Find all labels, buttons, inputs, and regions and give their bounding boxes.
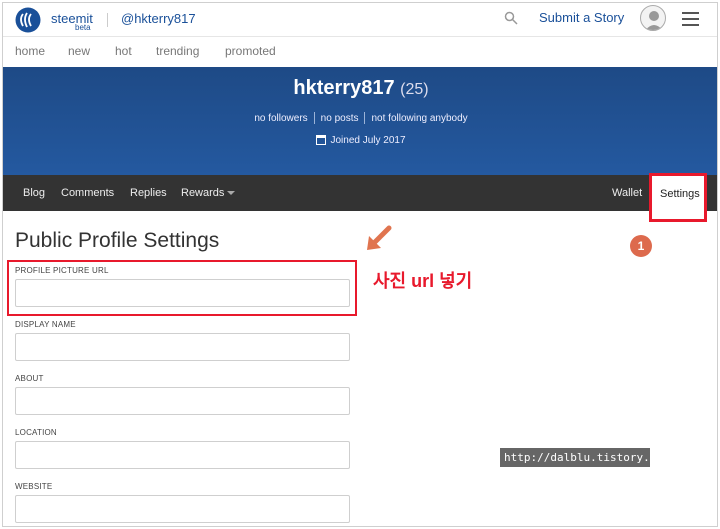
subnav-trending[interactable]: trending — [156, 44, 199, 58]
joined-text: Joined July 2017 — [330, 135, 406, 146]
profile-stats: no followers no posts not following anybod… — [3, 112, 717, 124]
tab-wallet[interactable]: Wallet — [612, 187, 642, 199]
joined-date: Joined July 2017 — [3, 135, 717, 146]
chevron-down-icon — [227, 191, 236, 196]
tab-replies[interactable]: Replies — [130, 187, 167, 199]
tab-settings-highlighted[interactable]: Settings — [649, 173, 707, 222]
subnav-promoted[interactable]: promoted — [225, 44, 276, 58]
calendar-icon — [316, 135, 327, 146]
subnav-home[interactable]: home — [15, 44, 45, 58]
tab-comments[interactable]: Comments — [61, 187, 114, 199]
followers-count[interactable]: no followers — [248, 113, 313, 124]
subnav-hot[interactable]: hot — [115, 44, 132, 58]
posts-count: no posts — [320, 112, 359, 124]
about-input[interactable] — [15, 387, 350, 415]
tab-blog[interactable]: Blog — [23, 187, 45, 199]
subnav-new[interactable]: new — [68, 44, 90, 58]
browser-viewport: steemit beta @hkterry817 Submit a Story … — [2, 2, 718, 527]
watermark: http://dalblu.tistory.com — [500, 448, 670, 467]
display-name-input[interactable] — [15, 333, 350, 361]
step-badge: 1 — [630, 235, 652, 257]
profile-tabs: Blog Comments Replies Rewards Wallet — [3, 175, 717, 211]
steemit-logo-icon[interactable] — [15, 7, 41, 33]
subnav: home new hot trending promoted — [3, 38, 717, 68]
page-title: Public Profile Settings — [15, 229, 220, 252]
tab-rewards-label: Rewards — [181, 187, 225, 199]
about-label: ABOUT — [15, 374, 44, 383]
top-bar: steemit beta @hkterry817 Submit a Story — [3, 3, 717, 37]
profile-banner: hkterry817 (25) no followers no posts not … — [3, 67, 717, 175]
header-username[interactable]: @hkterry817 — [121, 11, 196, 26]
annotation-text: 사진 url 넣기 — [373, 271, 473, 291]
profile-title: hkterry817 (25) — [3, 77, 717, 100]
hamburger-menu-icon[interactable] — [682, 12, 699, 26]
following-count[interactable]: not following anybody — [365, 113, 473, 124]
location-label: LOCATION — [15, 428, 57, 437]
header-divider — [107, 13, 108, 27]
tab-rewards[interactable]: Rewards — [181, 187, 236, 199]
submit-story-link[interactable]: Submit a Story — [539, 10, 624, 25]
search-icon[interactable] — [504, 11, 518, 25]
brand-beta-tag: beta — [75, 23, 91, 32]
tab-settings[interactable]: Settings — [660, 188, 700, 200]
avatar-icon[interactable] — [640, 5, 666, 31]
profile-picture-url-label: PROFILE PICTURE URL — [15, 266, 109, 275]
website-label: WEBSITE — [15, 482, 53, 491]
location-input[interactable] — [15, 441, 350, 469]
arrow-down-left-icon — [367, 225, 392, 250]
website-input[interactable] — [15, 495, 350, 523]
profile-name: hkterry817 — [293, 77, 395, 99]
profile-picture-url-input[interactable] — [15, 279, 350, 307]
display-name-label: DISPLAY NAME — [15, 320, 76, 329]
reputation-score: (25) — [400, 81, 429, 98]
